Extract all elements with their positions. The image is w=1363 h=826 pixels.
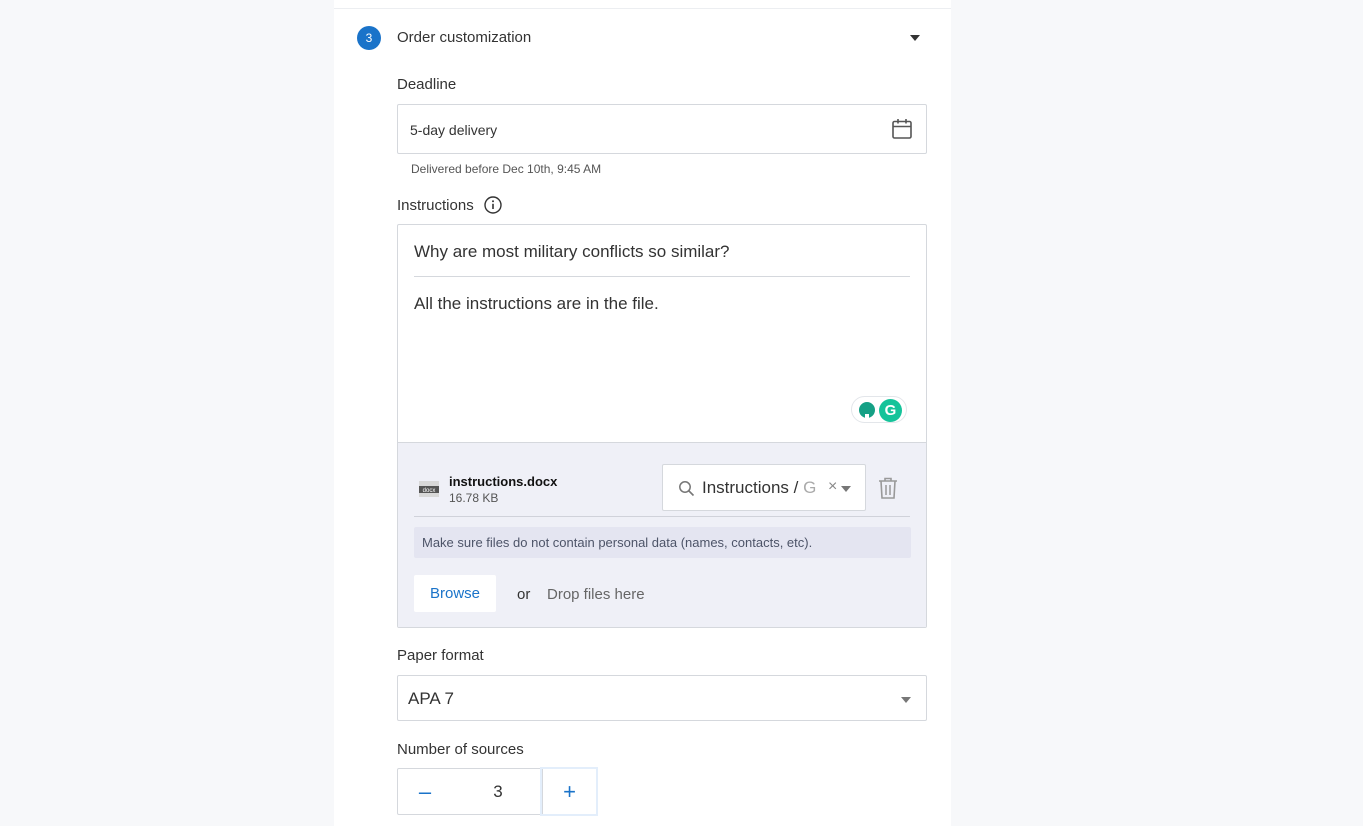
decrement-button[interactable]: – <box>398 769 452 814</box>
step-title[interactable]: Order customization <box>397 29 531 46</box>
increment-button[interactable]: + <box>542 769 596 814</box>
drop-files-label: Drop files here <box>547 586 645 603</box>
info-icon[interactable] <box>484 196 502 214</box>
category-ghost-text: G <box>803 478 817 497</box>
browse-button[interactable]: Browse <box>414 575 496 612</box>
chevron-down-icon[interactable] <box>901 697 911 703</box>
sources-stepper[interactable]: – 3 + <box>397 768 597 815</box>
paper-format-select[interactable]: APA 7 <box>397 675 927 721</box>
clear-icon[interactable]: × <box>826 478 838 496</box>
deadline-hint: Delivered before Dec 10th, 9:45 AM <box>411 162 602 176</box>
calendar-icon[interactable] <box>891 118 913 140</box>
paper-format-label: Paper format <box>397 647 484 664</box>
file-category-select[interactable]: Instructions / G × <box>662 464 866 511</box>
trash-icon[interactable] <box>877 476 899 500</box>
sources-value[interactable]: 3 <box>452 769 544 814</box>
instructions-label: Instructions <box>397 197 474 214</box>
file-divider <box>414 516 910 517</box>
deadline-label: Deadline <box>397 76 457 93</box>
deadline-picker[interactable]: 5-day delivery <box>397 104 927 154</box>
file-upload-area[interactable]: docx instructions.docx 16.78 KB Instruct… <box>398 442 926 627</box>
instructions-title[interactable]: Why are most military conflicts so simil… <box>414 242 730 262</box>
paper-format-value: APA 7 <box>408 689 454 708</box>
docx-file-icon: docx <box>419 481 439 497</box>
chevron-down-icon[interactable] <box>910 35 920 41</box>
lightbulb-icon[interactable] <box>859 402 875 418</box>
search-icon <box>679 481 695 497</box>
file-size: 16.78 KB <box>449 491 499 505</box>
deadline-value: 5-day delivery <box>410 122 498 138</box>
category-value: Instructions / G <box>702 478 816 498</box>
category-value-text: Instructions / <box>702 478 804 497</box>
grammarly-icon[interactable]: G <box>879 399 902 422</box>
section-divider <box>334 8 951 9</box>
privacy-note: Make sure files do not contain personal … <box>414 527 911 558</box>
file-name: instructions.docx <box>449 474 558 489</box>
or-label: or <box>517 586 531 603</box>
instructions-editor[interactable]: Why are most military conflicts so simil… <box>397 224 927 628</box>
instructions-body[interactable]: All the instructions are in the file. <box>414 294 659 314</box>
sources-label: Number of sources <box>397 741 524 758</box>
grammarly-widget[interactable]: G <box>851 396 907 423</box>
step-number-badge: 3 <box>357 26 381 50</box>
instructions-divider <box>414 276 910 277</box>
chevron-down-icon[interactable] <box>841 486 851 492</box>
svg-text:docx: docx <box>423 488 436 494</box>
